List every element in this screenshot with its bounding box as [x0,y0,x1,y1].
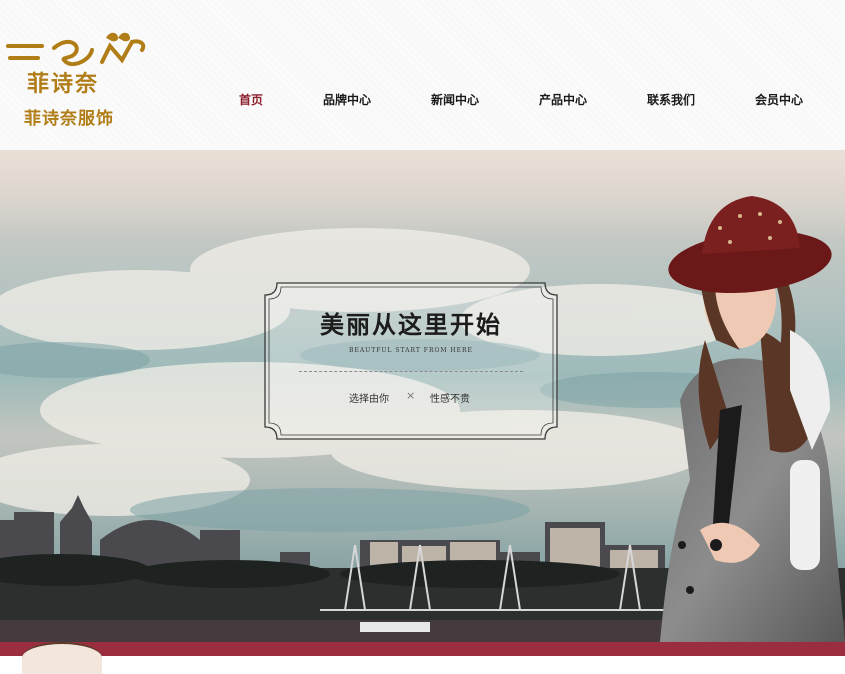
hero-banner[interactable]: 美丽从这里开始 BEAUTFUL START FROM HERE 选择由你 × … [0,150,845,642]
nav-item-home[interactable]: 首页 [239,91,263,108]
slogan-left-text: 选择由你 [349,394,389,405]
slogan-frame: 美丽从这里开始 BEAUTFUL START FROM HERE 选择由你 × … [263,281,559,441]
slogan-title: 美丽从这里开始 [320,311,502,339]
nav-item-product-center[interactable]: 产品中心 [539,91,587,108]
brand-logo-icon[interactable] [6,30,150,70]
section-bar [0,642,845,656]
main-nav: 首页 品牌中心 新闻中心 产品中心 联系我们 会员中心 [0,91,845,111]
slogan-subtitle: BEAUTFUL START FROM HERE [349,347,473,354]
nav-item-news-center[interactable]: 新闻中心 [431,91,479,108]
nav-item-contact-us[interactable]: 联系我们 [647,91,695,108]
nav-item-member-center[interactable]: 会员中心 [755,91,803,108]
nav-item-brand-center[interactable]: 品牌中心 [323,91,371,108]
section-avatar-image [22,642,102,674]
slogan-right-text: 性感不贵 [430,394,470,405]
slogan-divider [299,371,523,372]
separator-x-icon: × [406,389,416,402]
site-header: 菲诗奈 菲诗奈服饰 首页 品牌中心 新闻中心 产品中心 联系我们 会员中心 [0,0,845,150]
